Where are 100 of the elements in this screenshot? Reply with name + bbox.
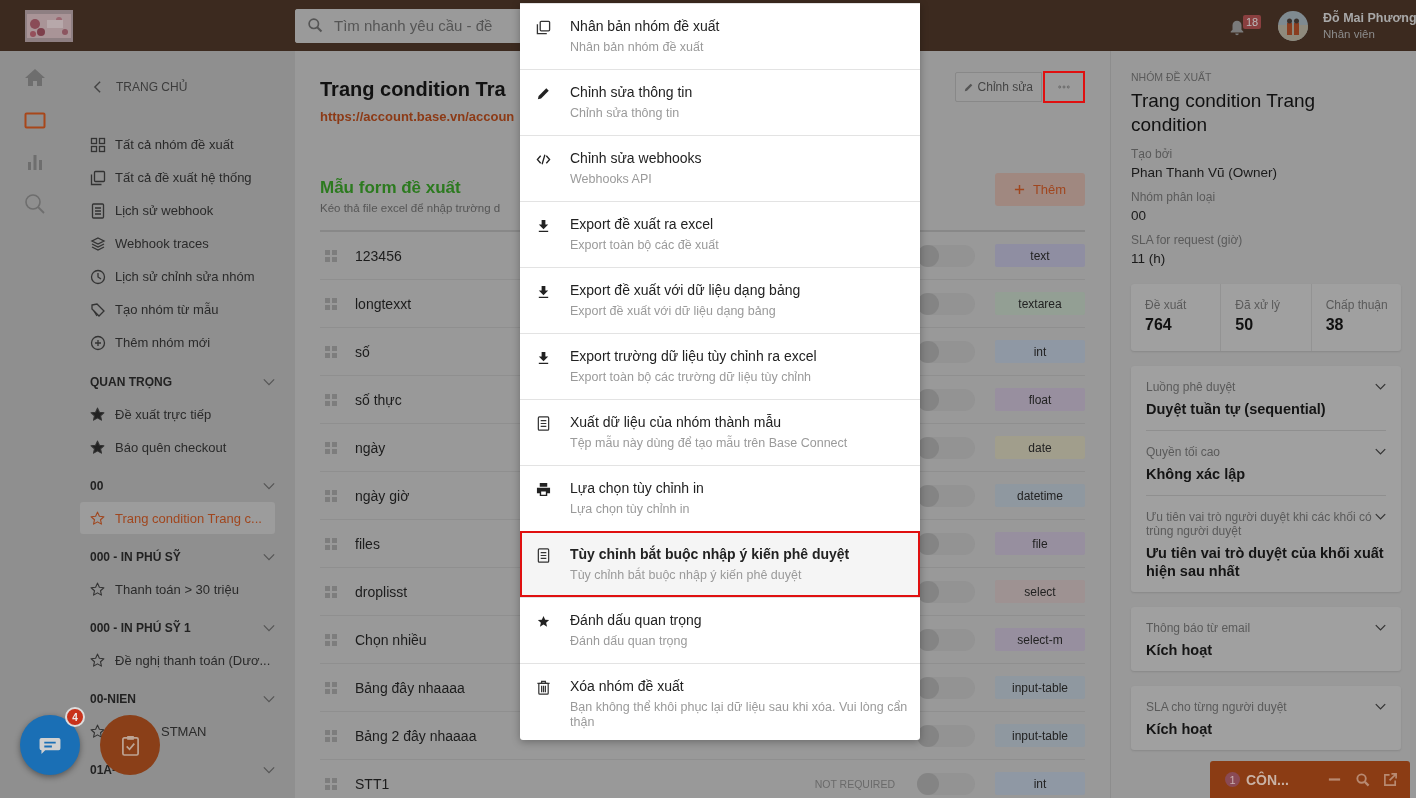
chevron-down-icon[interactable]: [263, 694, 275, 703]
chevron-down-icon[interactable]: [1375, 383, 1386, 390]
field-value: 11 (h): [1131, 251, 1167, 266]
back-chevron-icon[interactable]: [93, 80, 102, 94]
chevron-down-icon[interactable]: [263, 765, 275, 774]
menu-item[interactable]: Xóa nhóm đề xuất Bạn không thể khôi phục lại dữ liệu sau khi xóa. Vui lòng cẩn thận: [520, 663, 920, 740]
required-toggle[interactable]: [917, 484, 975, 507]
chevron-down-icon[interactable]: [1375, 703, 1386, 710]
star-outline-icon[interactable]: [90, 581, 105, 597]
required-toggle[interactable]: [917, 676, 975, 699]
field-type-tag: int: [995, 340, 1085, 363]
drag-handle-icon[interactable]: [325, 489, 337, 502]
setting-value: Duyệt tuần tự (sequential): [1146, 400, 1327, 418]
chevron-down-icon[interactable]: [263, 481, 275, 490]
menu-item[interactable]: Nhân bản nhóm đề xuất Nhân bản nhóm đề xuất: [520, 3, 920, 69]
setting-value: Kích hoạt: [1146, 641, 1214, 659]
menu-item[interactable]: Export đề xuất ra excel Export toàn bộ các đề xuất: [520, 201, 920, 267]
download-icon: [536, 284, 551, 299]
required-toggle[interactable]: [917, 436, 975, 459]
sidebar-item[interactable]: Lịch sử webhook: [115, 203, 214, 218]
chevron-down-icon[interactable]: [263, 377, 275, 386]
menu-item[interactable]: Chỉnh sửa thông tin Chỉnh sửa thông tin: [520, 69, 920, 135]
star-outline-icon[interactable]: [90, 510, 105, 526]
drag-handle-icon[interactable]: [325, 537, 337, 550]
section-label: NHÓM ĐỀ XUẤT: [1131, 71, 1213, 83]
sidebar-item[interactable]: Thêm nhóm mới: [115, 335, 211, 350]
chevron-down-icon[interactable]: [1375, 448, 1386, 455]
chevron-down-icon[interactable]: [263, 623, 275, 632]
drag-handle-icon[interactable]: [325, 249, 337, 262]
sidebar-item[interactable]: Đề nghị thanh toán (Dươ...: [80, 644, 275, 676]
trash-icon: [536, 680, 551, 695]
search-icon[interactable]: [1355, 772, 1370, 787]
bell-icon[interactable]: [1228, 18, 1246, 37]
menu-item[interactable]: Export đề xuất với dữ liệu dạng bảng Export đề xuất với dữ liệu dạng bảng: [520, 267, 920, 333]
drag-handle-icon[interactable]: [325, 777, 337, 790]
field-name: files: [355, 535, 380, 552]
drag-handle-icon[interactable]: [325, 633, 337, 646]
menu-item[interactable]: Export trường dữ liệu tùy chỉnh ra excel Export toàn bộ các trường dữ liệu tùy chỉnh: [520, 333, 920, 399]
user-role: Nhân viên: [1323, 28, 1376, 40]
star-icon[interactable]: [90, 439, 105, 455]
drag-handle-icon[interactable]: [325, 345, 337, 358]
required-toggle[interactable]: [917, 580, 975, 603]
back-link[interactable]: TRANG CHỦ: [116, 80, 188, 94]
setting-label: Ưu tiên vai trò người duyệt khi các khối có trùng người duyệt: [1146, 510, 1373, 538]
required-toggle[interactable]: [917, 244, 975, 267]
setting-label: Luồng phê duyệt: [1146, 380, 1237, 394]
sidebar-item[interactable]: Báo quên checkout: [80, 431, 275, 463]
notification-badge: 18: [1243, 14, 1262, 29]
required-toggle[interactable]: [917, 532, 975, 555]
star-outline-icon[interactable]: [90, 652, 105, 668]
group-title: 00: [90, 478, 104, 493]
download-icon: [536, 218, 551, 233]
required-toggle[interactable]: [917, 724, 975, 747]
section-title: Mẫu form đề xuất: [320, 178, 462, 198]
field-type-tag: input-table: [995, 724, 1085, 747]
download-icon: [536, 350, 551, 365]
external-link-icon[interactable]: [1383, 772, 1398, 787]
chat-widget-bar[interactable]: 1 CÔN...: [1210, 761, 1410, 798]
field-name: droplisst: [355, 583, 408, 600]
sidebar-item[interactable]: Tất cả nhóm đề xuất: [115, 137, 234, 152]
more-button[interactable]: [1043, 71, 1085, 103]
sidebar-item[interactable]: Trang condition Trang c...: [80, 502, 275, 534]
required-toggle[interactable]: [917, 388, 975, 411]
search-icon[interactable]: [23, 192, 47, 216]
chevron-down-icon[interactable]: [263, 552, 275, 561]
sidebar-item[interactable]: Webhook traces: [115, 236, 209, 251]
group-url[interactable]: https://account.base.vn/accoun: [320, 109, 515, 124]
sidebar-item[interactable]: Tất cả đề xuất hệ thống: [115, 170, 252, 185]
edit-button[interactable]: Chỉnh sửa: [954, 72, 1042, 102]
field-name: 123456: [355, 247, 402, 264]
pencil-icon: [536, 86, 551, 101]
drag-handle-icon[interactable]: [325, 441, 337, 454]
chevron-down-icon[interactable]: [1375, 624, 1386, 631]
menu-item[interactable]: Xuất dữ liệu của nhóm thành mẫu Tệp mẫu này dùng để tạo mẫu trên Base Connect: [520, 399, 920, 465]
chevron-down-icon[interactable]: [1375, 513, 1386, 520]
group-title: QUAN TRỌNG: [90, 374, 172, 389]
field-name: longtexxt: [355, 295, 412, 312]
group-title: 01A-: [90, 762, 116, 777]
menu-item[interactable]: Tùy chỉnh bắt buộc nhập ý kiến phê duyệt Tùy chỉnh bắt buộc nhập ý kiến phê duyệt: [520, 531, 920, 597]
drag-handle-icon[interactable]: [325, 585, 337, 598]
drag-handle-icon[interactable]: [325, 297, 337, 310]
sidebar-item[interactable]: Tạo nhóm từ mẫu: [115, 302, 219, 317]
drag-handle-icon[interactable]: [325, 393, 337, 406]
drag-handle-icon[interactable]: [325, 681, 337, 694]
field-type-tag: text: [995, 244, 1085, 267]
sidebar-item[interactable]: Lịch sử chỉnh sửa nhóm: [115, 269, 255, 284]
stat-label: Đã xử lý: [1235, 298, 1282, 312]
star-icon[interactable]: [90, 406, 105, 422]
sidebar-item[interactable]: Đề xuất trực tiếp: [80, 398, 275, 430]
field-value: 00: [1131, 208, 1148, 223]
sidebar-item[interactable]: Thanh toán > 30 triệu: [80, 573, 275, 605]
drag-handle-icon[interactable]: [325, 729, 337, 742]
required-toggle[interactable]: [917, 628, 975, 651]
tag-icon: [90, 301, 106, 318]
field-name: số thực: [355, 391, 402, 408]
required-toggle[interactable]: [917, 292, 975, 315]
required-toggle[interactable]: [917, 340, 975, 363]
menu-item[interactable]: Chỉnh sửa webhooks Webhooks API: [520, 135, 920, 201]
menu-item[interactable]: Đánh dấu quan trọng Đánh dấu quan trọng: [520, 597, 920, 663]
star-outline-icon[interactable]: [90, 723, 105, 739]
